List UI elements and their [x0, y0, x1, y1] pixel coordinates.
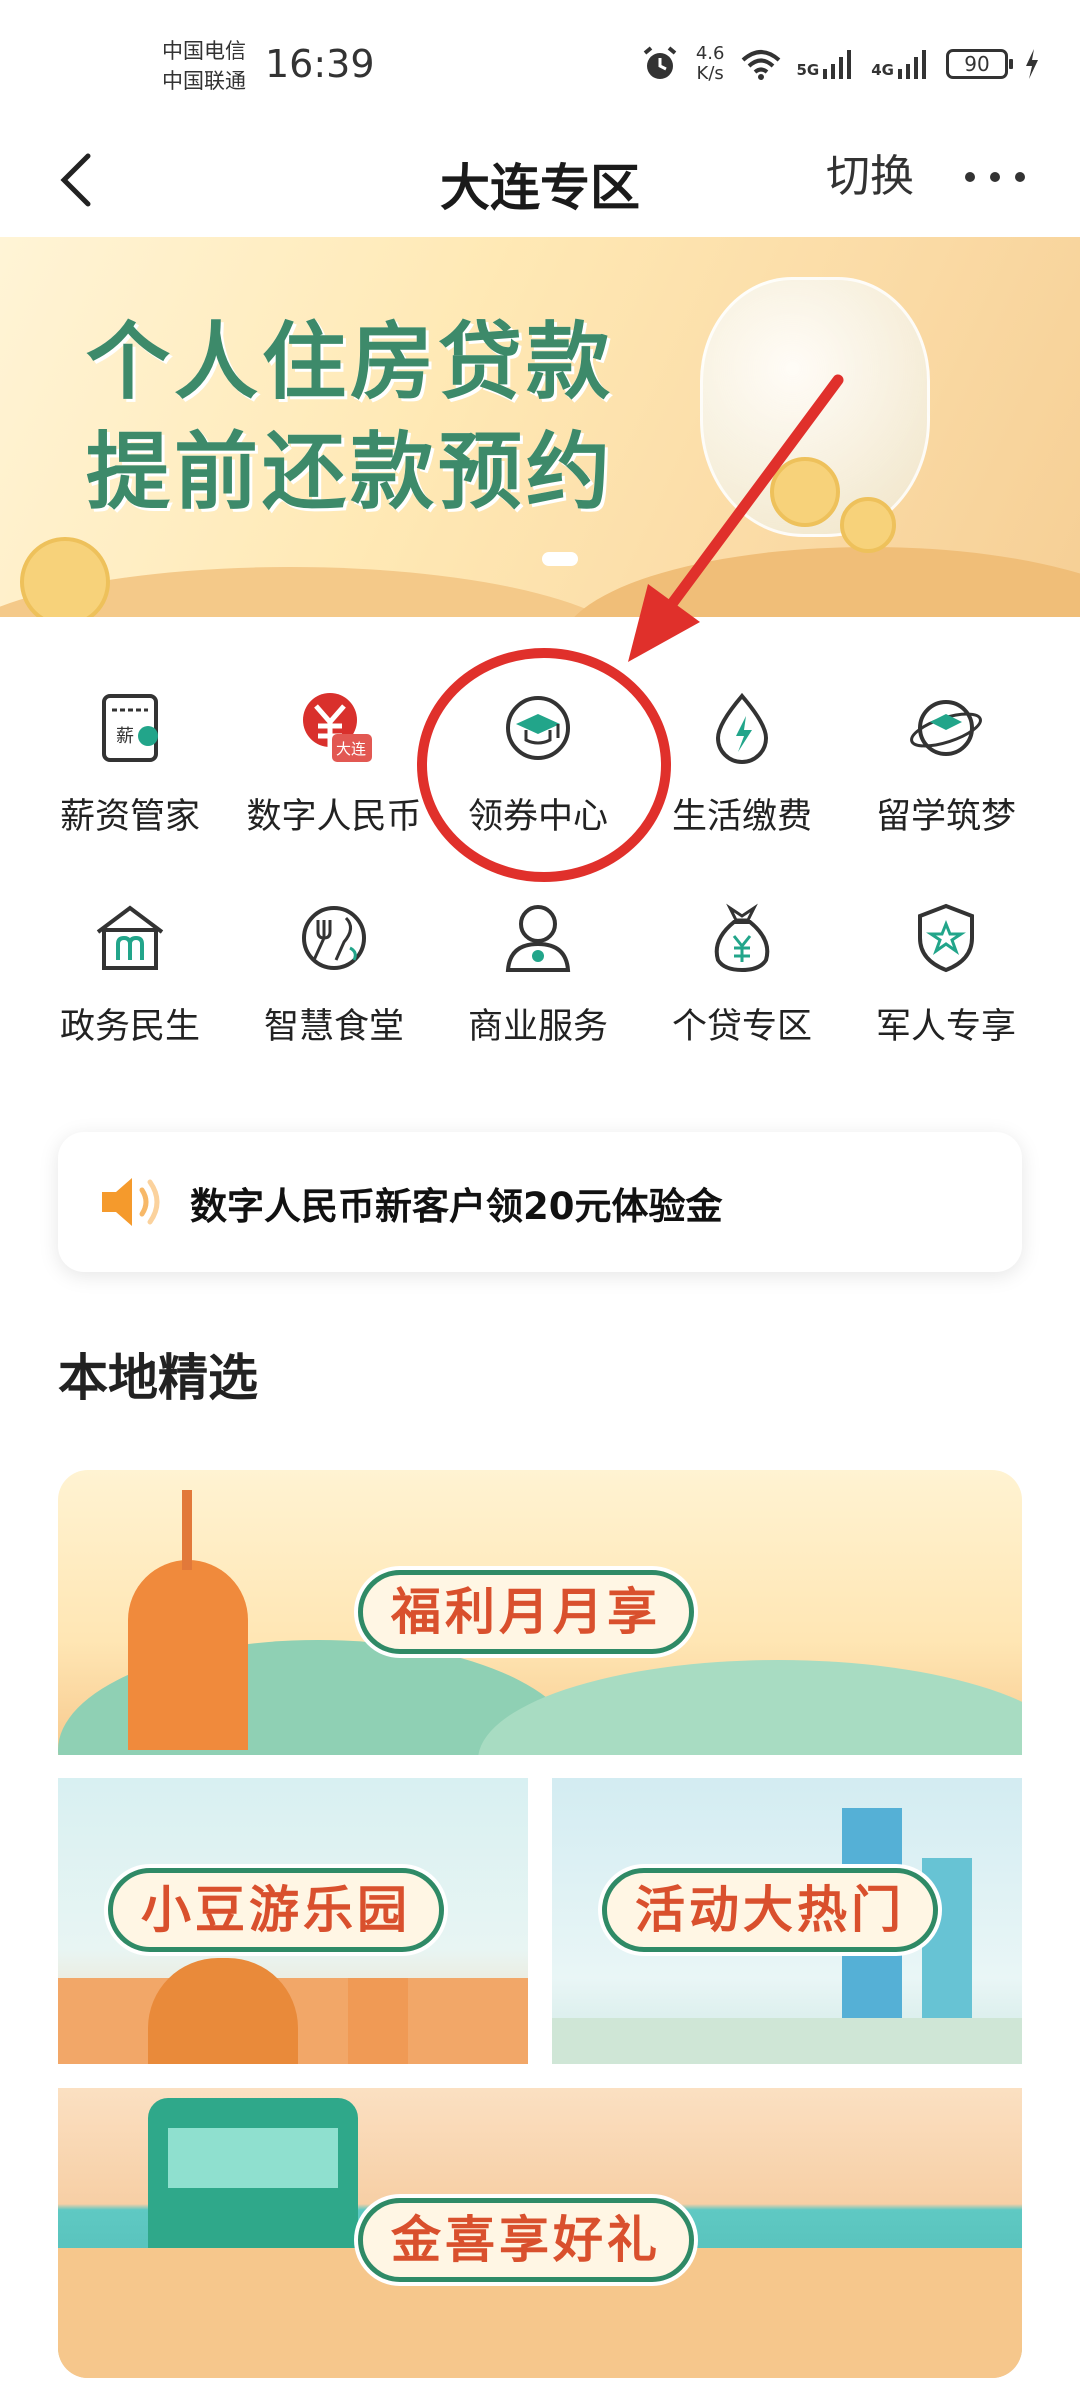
promo-banner[interactable]: 个人住房贷款 提前还款预约: [0, 237, 1080, 617]
more-options-icon[interactable]: [960, 152, 1030, 202]
promo-label: 福利月月享: [358, 1570, 694, 1654]
tower-illustration: [128, 1560, 248, 1750]
grid-item-digital-rmb[interactable]: 大连 数字人民币: [234, 670, 434, 850]
battery-indicator: 90: [946, 49, 1013, 79]
grid-item-government-service[interactable]: 政务民生: [30, 880, 230, 1060]
digital-rmb-badge: 大连: [336, 740, 366, 758]
promo-card-gold-gifts[interactable]: 金喜享好礼: [58, 2088, 1022, 2378]
status-icons: 4.6 K/s 5G 4G 90: [640, 44, 1040, 84]
banner-decoration: [560, 547, 1080, 617]
speaker-icon: [102, 1178, 160, 1226]
signal-4g: 4G: [871, 49, 930, 79]
digital-rmb-icon: 大连: [303, 693, 372, 762]
grid-item-salary[interactable]: 薪 薪资管家: [30, 670, 230, 850]
coupon-center-icon: [506, 696, 570, 760]
business-service-icon: [505, 905, 571, 972]
network-type-2: 4G: [871, 61, 894, 79]
tram-window: [168, 2128, 338, 2188]
promo-label: 金喜享好礼: [358, 2198, 694, 2282]
promo-label: 小豆游乐园: [108, 1868, 444, 1952]
grid-item-coupon-center[interactable]: 领券中心: [438, 670, 638, 850]
grid-item-label: 数字人民币: [246, 797, 422, 837]
carrier-names: 中国电信 中国联通: [162, 36, 246, 96]
grid-item-personal-loan[interactable]: 个贷专区: [642, 880, 842, 1060]
carrier-1: 中国电信: [162, 39, 246, 63]
coin-illustration: [20, 537, 110, 617]
nav-bar: 大连专区 切换: [0, 130, 1080, 235]
alarm-icon: [643, 46, 677, 79]
grid-item-label: 生活缴费: [671, 797, 812, 837]
banner-line-2: 提前还款预约: [86, 423, 615, 521]
signal-5g: 5G: [797, 49, 856, 79]
military-exclusive-icon: [918, 903, 974, 973]
promo-card-playground[interactable]: 小豆游乐园: [58, 1778, 528, 2064]
tower-spire: [182, 1490, 192, 1570]
banner-line-1: 个人住房贷款: [86, 313, 615, 411]
page-title: 大连专区: [440, 159, 640, 217]
signal-bars-icon: [823, 50, 852, 79]
water-illustration: [552, 2018, 1022, 2064]
building-illustration: [348, 1978, 408, 2064]
carousel-indicator: [542, 552, 578, 566]
clock: 16:39: [265, 42, 375, 86]
switch-city-button[interactable]: 切换: [826, 140, 914, 204]
coin-illustration: [840, 497, 896, 553]
grid-item-label: 留学筑梦: [875, 797, 1016, 837]
promo-card-welfare[interactable]: 福利月月享: [58, 1470, 1022, 1755]
section-title: 本地精选: [58, 1349, 258, 1407]
grid-item-label: 薪资管家: [59, 797, 200, 837]
coin-illustration: [770, 457, 840, 527]
grid-item-label: 军人专享: [875, 1007, 1016, 1047]
charging-icon: [1026, 49, 1038, 79]
grid-item-label: 商业服务: [467, 1007, 608, 1047]
promo-card-hot-activities[interactable]: 活动大热门: [552, 1778, 1022, 2064]
personal-loan-icon: [714, 903, 770, 973]
speed-unit: K/s: [696, 63, 724, 84]
grid-item-label: 智慧食堂: [263, 1007, 404, 1047]
network-type-1: 5G: [796, 61, 820, 79]
government-service-icon: [96, 905, 164, 970]
study-abroad-icon: [910, 700, 982, 756]
grid-item-military-exclusive[interactable]: 军人专享: [846, 880, 1046, 1060]
network-speed: 4.6 K/s: [696, 44, 725, 84]
carrier-2: 中国联通: [162, 69, 246, 93]
hill-illustration: [478, 1660, 1022, 1755]
grid-item-business-service[interactable]: 商业服务: [438, 880, 638, 1060]
grid-item-label: 个贷专区: [671, 1007, 812, 1047]
grid-item-label: 政务民生: [59, 1007, 200, 1047]
wifi-icon: [741, 50, 780, 80]
status-bar: 中国电信 中国联通 16:39 4.6 K/s 5G 4G 90: [0, 0, 1080, 130]
speed-value: 4.6: [695, 43, 725, 64]
grid-item-smart-canteen[interactable]: 智慧食堂: [234, 880, 434, 1060]
smart-canteen-icon: [302, 906, 366, 970]
grid-item-study-abroad[interactable]: 留学筑梦: [846, 670, 1046, 850]
announcement-text: 数字人民币新客户领20元体验金: [190, 1185, 723, 1228]
promo-label: 活动大热门: [602, 1868, 938, 1952]
banner-headline: 个人住房贷款 提前还款预约: [86, 307, 614, 527]
grid-item-label: 领券中心: [467, 797, 608, 837]
signal-bars-icon: [898, 50, 926, 79]
dome-illustration: [148, 1958, 298, 2064]
salary-icon: 薪: [102, 694, 158, 762]
salary-icon-badge: 薪: [116, 726, 134, 747]
utility-payment-icon: [715, 692, 769, 764]
grid-item-utility-payment[interactable]: 生活缴费: [642, 670, 842, 850]
announcement-bar[interactable]: 数字人民币新客户领20元体验金: [58, 1132, 1022, 1272]
